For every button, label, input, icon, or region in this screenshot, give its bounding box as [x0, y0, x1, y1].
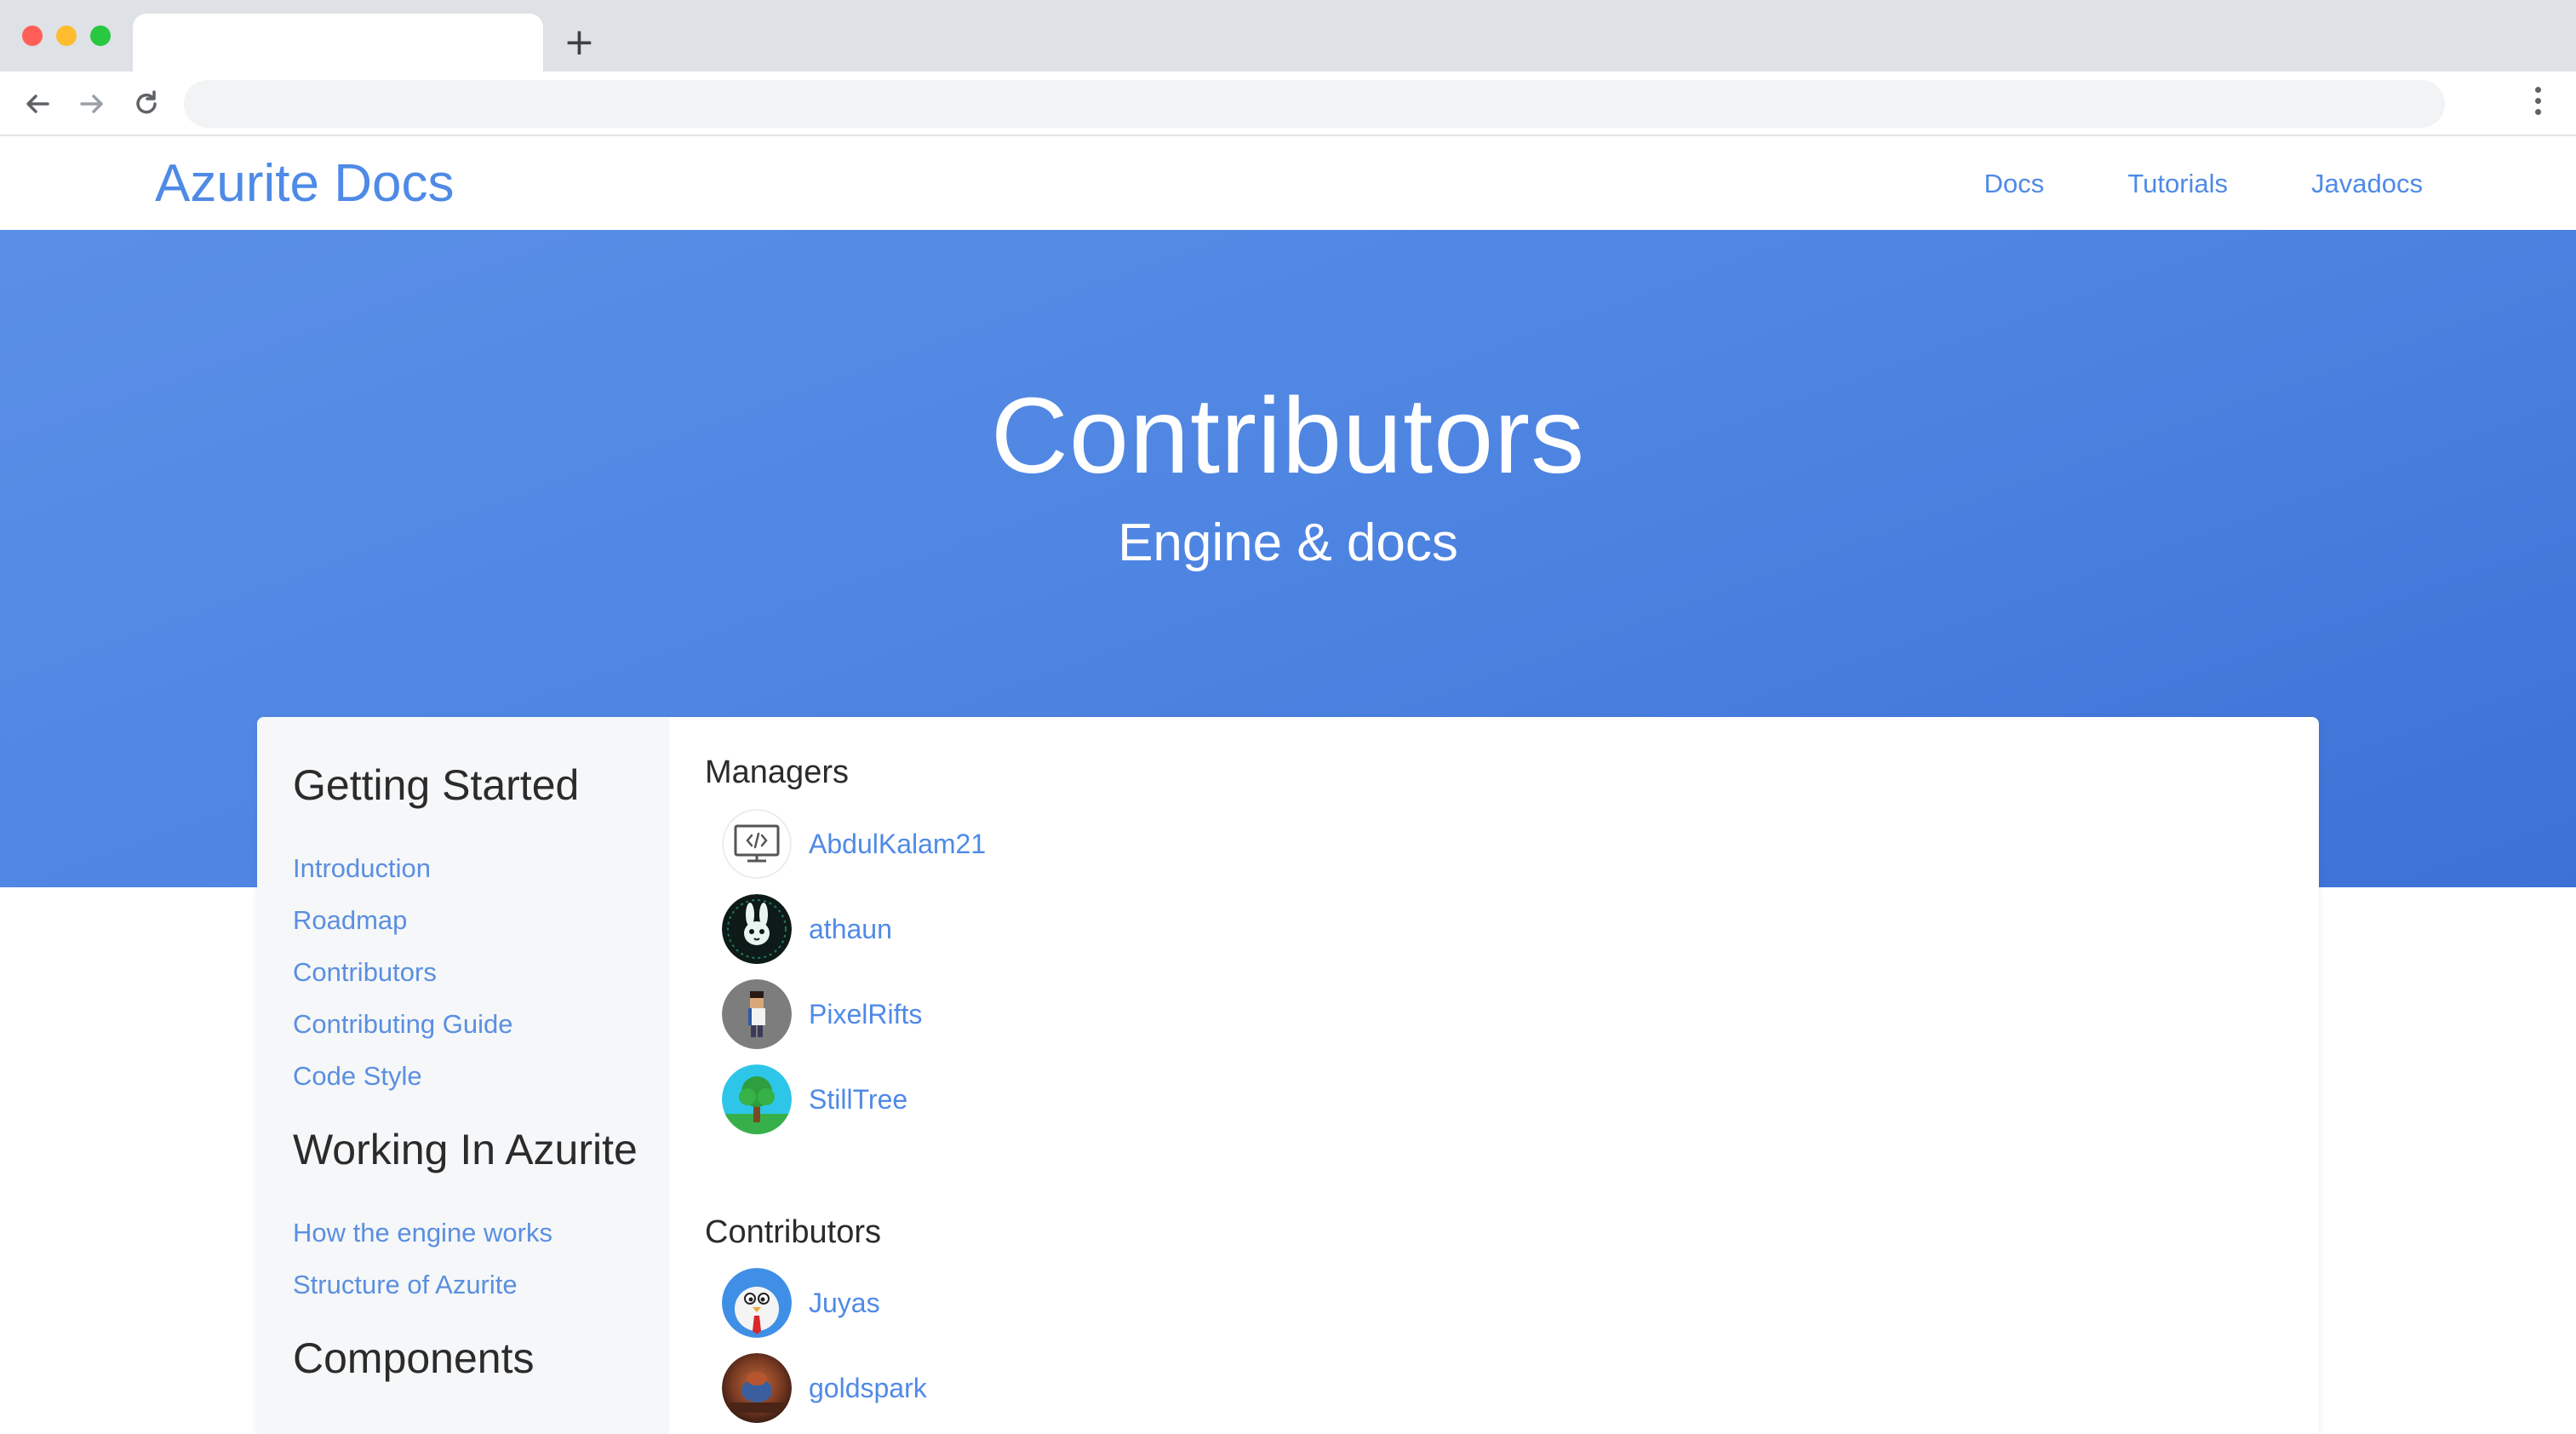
page-subtitle: Engine & docs	[1118, 513, 1458, 572]
cartoon-bird-avatar[interactable]	[722, 1268, 792, 1338]
manager-item: athaun	[722, 894, 892, 964]
sidebar-link-structure-of-azurite[interactable]: Structure of Azurite	[293, 1268, 518, 1302]
nav-link-docs[interactable]: Docs	[1984, 165, 2045, 203]
browser-toolbar	[0, 72, 2576, 136]
contributor-link-goldspark[interactable]: goldspark	[809, 1371, 927, 1405]
browser-tab-bar: +	[0, 0, 2576, 72]
arrow-left-icon	[26, 95, 49, 113]
browser-tab[interactable]	[133, 14, 543, 72]
contributors-heading: Contributors	[705, 1214, 881, 1250]
tree-avatar[interactable]	[722, 1064, 792, 1134]
reload-icon	[136, 90, 157, 114]
reload-button[interactable]	[128, 85, 165, 123]
code-monitor-avatar[interactable]	[722, 809, 792, 879]
browser-menu-icon[interactable]	[2525, 82, 2550, 126]
back-button[interactable]	[19, 85, 56, 123]
pixel-character-avatar[interactable]	[722, 979, 792, 1049]
site-header: Azurite Docs Docs Tutorials Javadocs	[0, 136, 2576, 230]
manager-item: StillTree	[722, 1064, 907, 1134]
content-card: Getting Started Introduction Roadmap Con…	[257, 717, 2319, 1434]
page-title: Contributors	[990, 376, 1586, 496]
manager-link-athaun[interactable]: athaun	[809, 912, 892, 946]
close-window-button[interactable]	[22, 26, 43, 46]
manager-item: PixelRifts	[722, 979, 922, 1049]
site-brand-link[interactable]: Azurite Docs	[155, 152, 454, 216]
new-tab-button[interactable]: +	[564, 17, 595, 68]
docs-sidebar: Getting Started Introduction Roadmap Con…	[257, 717, 669, 1434]
nav-link-javadocs[interactable]: Javadocs	[2311, 165, 2423, 203]
contributor-item: goldspark	[722, 1353, 927, 1423]
manager-link-stilltree[interactable]: StillTree	[809, 1082, 907, 1116]
sidebar-link-contributing-guide[interactable]: Contributing Guide	[293, 1007, 513, 1041]
sidebar-link-code-style[interactable]: Code Style	[293, 1059, 422, 1093]
photo-avatar[interactable]	[722, 1353, 792, 1423]
arrow-right-icon	[80, 95, 103, 113]
rabbit-avatar[interactable]	[722, 894, 792, 964]
sidebar-link-contributors[interactable]: Contributors	[293, 955, 437, 989]
sidebar-heading-getting-started: Getting Started	[293, 761, 580, 809]
manager-link-abdulkalam21[interactable]: AbdulKalam21	[809, 827, 986, 861]
sidebar-heading-components: Components	[293, 1334, 535, 1382]
nav-link-tutorials[interactable]: Tutorials	[2127, 165, 2228, 203]
sidebar-link-roadmap[interactable]: Roadmap	[293, 903, 407, 938]
minimize-window-button[interactable]	[56, 26, 77, 46]
contributors-content: Managers AbdulKalam21 athaun PixelRifts …	[669, 717, 2319, 1434]
top-navigation: Docs Tutorials Javadocs	[1984, 165, 2423, 203]
manager-link-pixelrifts[interactable]: PixelRifts	[809, 997, 922, 1031]
maximize-window-button[interactable]	[90, 26, 111, 46]
contributor-link-juyas[interactable]: Juyas	[809, 1286, 880, 1320]
manager-item: AbdulKalam21	[722, 809, 986, 879]
managers-heading: Managers	[705, 754, 849, 790]
contributor-item: Juyas	[722, 1268, 880, 1338]
forward-button[interactable]	[73, 85, 111, 123]
sidebar-heading-working-in-azurite: Working In Azurite	[293, 1126, 638, 1173]
address-bar[interactable]	[184, 80, 2445, 128]
sidebar-link-introduction[interactable]: Introduction	[293, 852, 431, 886]
sidebar-link-how-the-engine-works[interactable]: How the engine works	[293, 1216, 552, 1250]
